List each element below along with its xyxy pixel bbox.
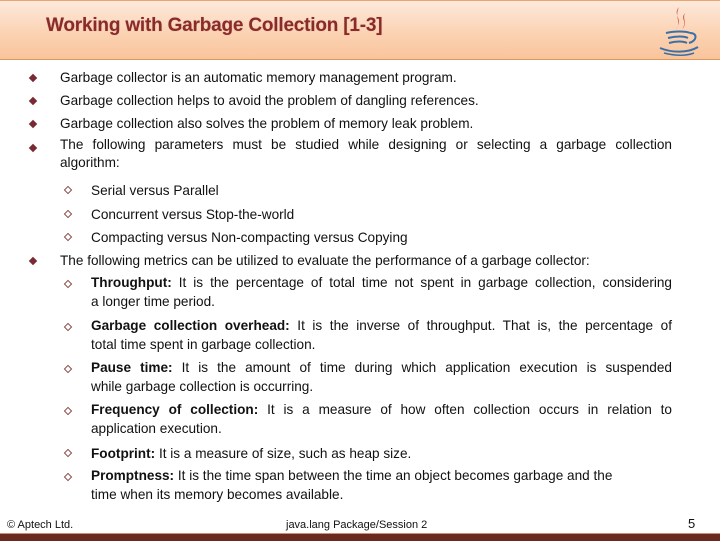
- term-desc: It is a measure of size, such as heap si…: [155, 446, 412, 461]
- term-desc: It is the inverse of throughput. That is…: [289, 318, 672, 333]
- sub-bullet-text: Serial versus Parallel: [91, 183, 219, 198]
- term-label: Frequency of collection:: [91, 402, 259, 417]
- term-desc-cont: application execution.: [91, 421, 222, 436]
- sub-bullet-item: Promptness: It is the time span between …: [91, 466, 672, 504]
- sub-bullet-icon: [63, 406, 73, 416]
- term-desc: It is the time span between the time an …: [174, 468, 613, 483]
- bullet-text: The following parameters must be studied…: [60, 137, 672, 152]
- slide-title: Working with Garbage Collection [1-3]: [46, 15, 383, 36]
- sub-bullet-item: Throughput: It is the percentage of tota…: [91, 273, 672, 311]
- term-label: Footprint:: [91, 446, 156, 461]
- sub-bullet-item: Garbage collection overhead: It is the i…: [91, 316, 672, 354]
- sub-bullet-item: Footprint: It is a measure of size, such…: [91, 442, 672, 465]
- bullet-icon: [28, 256, 38, 266]
- bullet-icon: [28, 73, 38, 83]
- sub-bullet-icon: [63, 232, 73, 242]
- sub-bullet-text: Pause time: It is the amount of time dur…: [91, 358, 672, 377]
- sub-bullet-icon: [63, 322, 73, 332]
- sub-bullet-item: Compacting versus Non-compacting versus …: [91, 226, 672, 249]
- bullet-item: The following metrics can be utilized to…: [60, 249, 672, 272]
- term-desc-cont: while garbage collection is occurring.: [91, 379, 314, 394]
- term-desc: It is the amount of time during which ap…: [172, 360, 672, 375]
- term-desc-cont: time when its memory becomes available.: [91, 487, 344, 502]
- footer-session: java.lang Package/Session 2: [286, 519, 428, 531]
- sub-bullet-icon: [63, 279, 73, 289]
- bullet-item: The following parameters must be studied…: [60, 136, 672, 172]
- bullet-icon: [28, 96, 38, 106]
- sub-bullet-text: Compacting versus Non-compacting versus …: [91, 230, 408, 245]
- term-label: Throughput:: [91, 275, 172, 290]
- sub-bullet-text: Garbage collection overhead: It is the i…: [91, 316, 672, 335]
- term-desc: It is a measure of how often collection …: [258, 402, 672, 417]
- bullet-text: Garbage collection helps to avoid the pr…: [60, 93, 479, 108]
- sub-bullet-item: Pause time: It is the amount of time dur…: [91, 358, 672, 396]
- sub-bullet-item: Concurrent versus Stop-the-world: [91, 203, 672, 226]
- term-desc-cont: total time spent in garbage collection.: [91, 337, 316, 352]
- bullet-icon: [28, 119, 38, 129]
- sub-bullet-text: Promptness: It is the time span between …: [91, 466, 672, 485]
- slide-header: Working with Garbage Collection [1-3]: [0, 0, 720, 60]
- sub-bullet-text: Concurrent versus Stop-the-world: [91, 207, 295, 222]
- sub-bullet-icon: [63, 364, 73, 374]
- footer-copyright: © Aptech Ltd.: [7, 519, 74, 531]
- bullet-text: Garbage collection also solves the probl…: [60, 116, 474, 131]
- sub-bullet-item: Serial versus Parallel: [91, 179, 672, 202]
- bullet-item: Garbage collection helps to avoid the pr…: [60, 89, 672, 112]
- sub-bullet-icon: [63, 448, 73, 458]
- sub-bullet-text: Frequency of collection: It is a measure…: [91, 400, 672, 419]
- term-label: Garbage collection overhead:: [91, 318, 290, 333]
- sub-bullet-icon: [63, 185, 73, 195]
- sub-bullet-item: Frequency of collection: It is a measure…: [91, 400, 672, 438]
- sub-bullet-icon: [63, 209, 73, 219]
- bullet-item: Garbage collection also solves the probl…: [60, 112, 672, 135]
- java-coffee-cup-icon: [659, 7, 699, 56]
- bullet-text-cont: algorithm:: [60, 155, 120, 170]
- bullet-text: Garbage collector is an automatic memory…: [60, 70, 457, 85]
- sub-bullet-text: Footprint: It is a measure of size, such…: [91, 442, 672, 465]
- sub-bullet-text: Throughput: It is the percentage of tota…: [91, 273, 672, 292]
- bullet-item: Garbage collector is an automatic memory…: [60, 66, 672, 89]
- term-label: Pause time:: [91, 360, 173, 375]
- bullet-icon: [28, 143, 38, 153]
- bullet-text: The following metrics can be utilized to…: [60, 253, 590, 268]
- term-desc: It is the percentage of total time not s…: [171, 275, 672, 290]
- sub-bullet-icon: [63, 472, 73, 482]
- page-number: 5: [688, 516, 696, 531]
- term-desc-cont: a longer time period.: [91, 294, 215, 309]
- term-label: Promptness:: [91, 468, 175, 483]
